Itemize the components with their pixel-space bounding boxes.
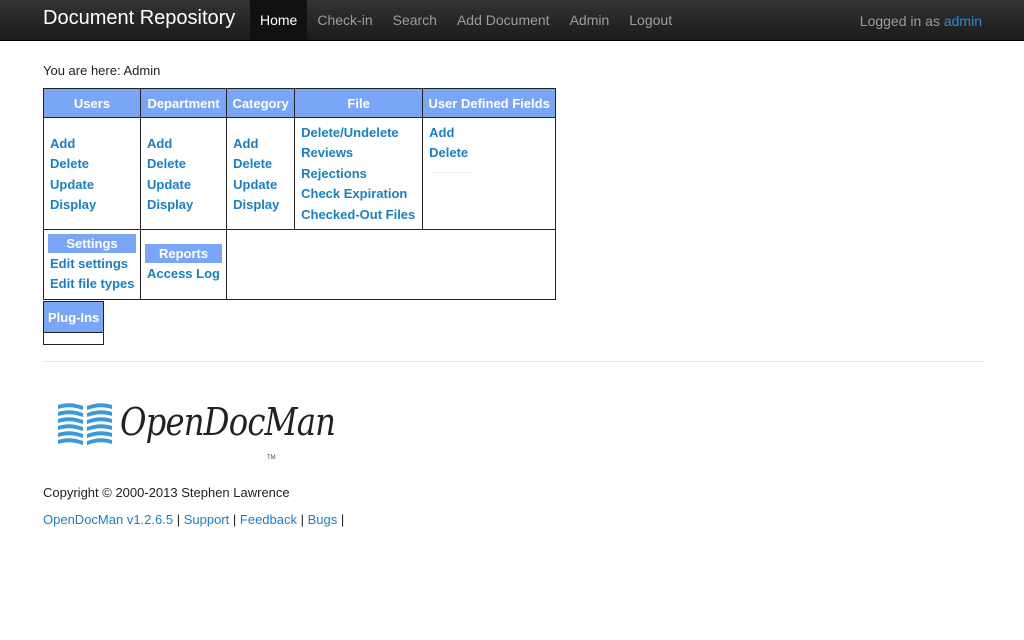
logged-in-status: Logged in as admin [860, 0, 982, 40]
nav-search[interactable]: Search [383, 0, 447, 40]
users-update-link[interactable]: Update [50, 175, 134, 195]
book-logo-icon [58, 403, 112, 445]
category-cell: Add Delete Update Display [226, 117, 296, 230]
category-delete-link[interactable]: Delete [233, 154, 288, 174]
header-user-defined-fields: User Defined Fields [422, 88, 557, 118]
separator: | [176, 512, 181, 527]
udf-add-link[interactable]: Add [429, 123, 549, 143]
plugins-table: Plug-Ins [42, 301, 105, 345]
plugins-body [42, 332, 105, 345]
category-update-link[interactable]: Update [233, 175, 288, 195]
empty-cell [226, 229, 557, 300]
main-nav: Home Check-in Search Add Document Admin … [250, 0, 682, 40]
file-delete-undelete-link[interactable]: Delete/Undelete [301, 123, 416, 143]
settings-header: Settings [48, 234, 136, 253]
header-users: Users [43, 88, 141, 118]
file-cell: Delete/Undelete Reviews Rejections Check… [294, 117, 424, 230]
brand-title[interactable]: Document Repository [43, 7, 235, 30]
reports-header: Reports [145, 244, 223, 263]
copyright-text: Copyright © 2000-2013 Stephen Lawrence [43, 485, 290, 500]
department-cell: Add Delete Update Display [139, 117, 228, 230]
separator: | [232, 512, 237, 527]
top-navbar: Document Repository Home Check-in Search… [0, 0, 1024, 41]
file-checked-out-files-link[interactable]: Checked-Out Files [301, 205, 416, 225]
nav-admin[interactable]: Admin [560, 0, 620, 40]
nav-logout[interactable]: Logout [619, 0, 682, 40]
udf-delete-link[interactable]: Delete [429, 143, 549, 163]
category-display-link[interactable]: Display [233, 195, 288, 215]
file-check-expiration-link[interactable]: Check Expiration [301, 184, 416, 204]
header-category: Category [226, 88, 296, 118]
username-link[interactable]: admin [944, 13, 982, 29]
header-department: Department [139, 88, 228, 118]
edit-file-types-link[interactable]: Edit file types [50, 274, 136, 294]
nav-add-document[interactable]: Add Document [447, 0, 560, 40]
udf-divider [431, 171, 472, 173]
plugins-header: Plug-Ins [42, 301, 105, 333]
udf-cell: Add Delete [422, 117, 557, 230]
logged-in-label: Logged in as [859, 13, 940, 29]
footer-links: OpenDocMan v1.2.6.5 | Support | Feedback… [43, 512, 344, 527]
access-log-link[interactable]: Access Log [147, 264, 222, 284]
department-add-link[interactable]: Add [147, 134, 220, 154]
separator: | [340, 512, 345, 527]
footer-divider [43, 361, 983, 362]
users-delete-link[interactable]: Delete [50, 154, 134, 174]
nav-check-in[interactable]: Check-in [307, 0, 382, 40]
reports-cell: Reports Access Log [139, 229, 228, 300]
category-add-link[interactable]: Add [233, 134, 288, 154]
users-display-link[interactable]: Display [50, 195, 134, 215]
department-update-link[interactable]: Update [147, 175, 220, 195]
support-link[interactable]: Support [184, 512, 230, 527]
admin-table: Users Department Category File User Defi… [43, 88, 557, 300]
header-file: File [294, 88, 424, 118]
logo-trademark: TM [267, 455, 276, 461]
settings-cell: Settings Edit settings Edit file types [43, 229, 141, 300]
breadcrumb: You are here: Admin [43, 63, 161, 78]
edit-settings-link[interactable]: Edit settings [50, 254, 136, 274]
bugs-link[interactable]: Bugs [308, 512, 338, 527]
file-rejections-link[interactable]: Rejections [301, 164, 416, 184]
nav-home[interactable]: Home [250, 0, 308, 40]
separator: | [300, 512, 305, 527]
users-add-link[interactable]: Add [50, 134, 134, 154]
department-delete-link[interactable]: Delete [147, 154, 220, 174]
file-reviews-link[interactable]: Reviews [301, 143, 416, 163]
feedback-link[interactable]: Feedback [240, 512, 297, 527]
version-link[interactable]: OpenDocMan v1.2.6.5 [43, 512, 173, 527]
department-display-link[interactable]: Display [147, 195, 220, 215]
users-cell: Add Delete Update Display [43, 117, 141, 230]
logo-wordmark: OpenDocMan [120, 400, 336, 444]
